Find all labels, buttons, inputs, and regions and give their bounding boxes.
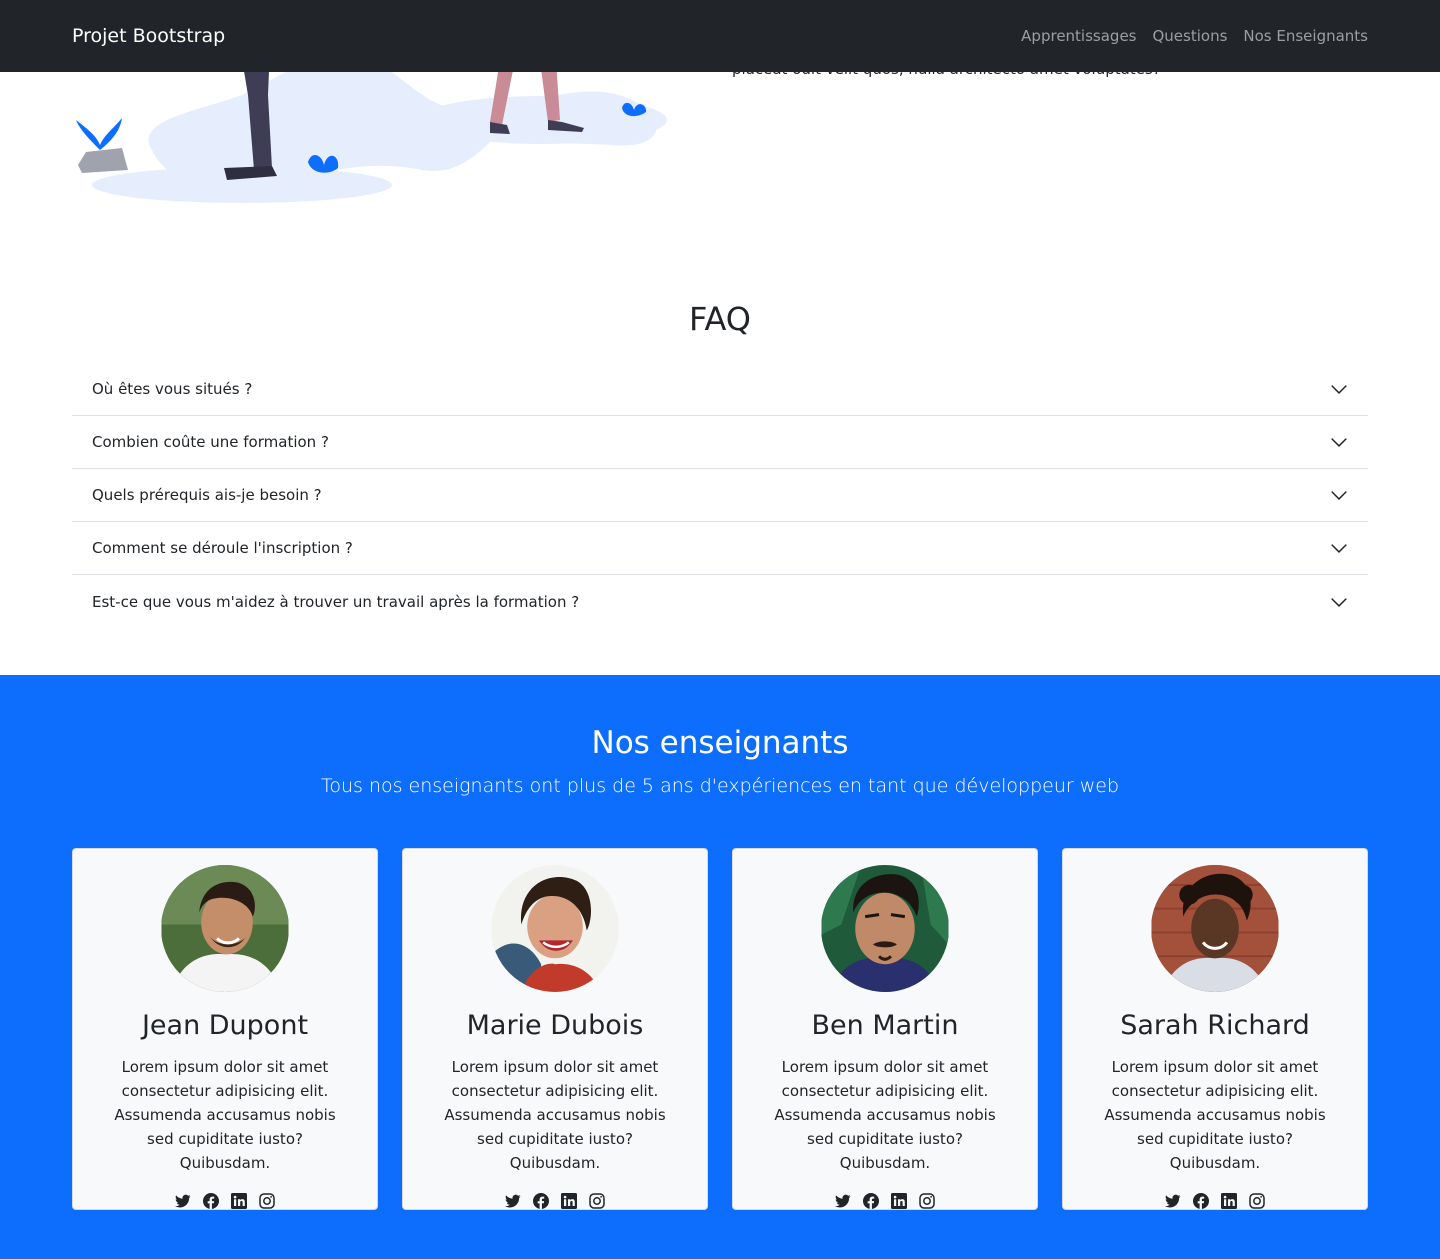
facebook-icon[interactable] [863, 1193, 879, 1209]
avatar [1151, 865, 1279, 992]
teacher-cards: Jean Dupont Lorem ipsum dolor sit amet c… [72, 848, 1368, 1210]
chevron-down-icon [1331, 385, 1347, 394]
faq-title: FAQ [689, 300, 751, 338]
teacher-name: Jean Dupont [141, 1010, 309, 1041]
social-links [175, 1193, 275, 1209]
nav-links: Apprentissages Questions Nos Enseignants [1021, 27, 1368, 45]
nav-link-apprentissages[interactable]: Apprentissages [1021, 27, 1136, 45]
facebook-icon[interactable] [1193, 1193, 1209, 1209]
social-links [1165, 1193, 1265, 1209]
instagram-icon[interactable] [919, 1193, 935, 1209]
linkedin-icon[interactable] [891, 1193, 907, 1209]
nav-link-enseignants[interactable]: Nos Enseignants [1243, 27, 1368, 45]
chevron-down-icon [1331, 544, 1347, 553]
facebook-icon[interactable] [203, 1193, 219, 1209]
faq-item-location[interactable]: Où êtes vous situés ? [72, 363, 1368, 416]
teacher-name: Marie Dubois [466, 1010, 644, 1041]
faq-item-job-help[interactable]: Est-ce que vous m'aidez à trouver un tra… [72, 575, 1368, 628]
twitter-icon[interactable] [505, 1193, 521, 1209]
linkedin-icon[interactable] [561, 1193, 577, 1209]
teacher-name: Sarah Richard [1120, 1010, 1310, 1041]
teacher-description: Lorem ipsum dolor sit amet consectetur a… [444, 1058, 666, 1172]
faq-question: Comment se déroule l'inscription ? [92, 539, 353, 557]
linkedin-icon[interactable] [1221, 1193, 1237, 1209]
faq-question: Est-ce que vous m'aidez à trouver un tra… [92, 592, 580, 611]
chevron-down-icon [1331, 597, 1347, 607]
linkedin-icon[interactable] [231, 1193, 247, 1209]
faq-item-registration[interactable]: Comment se déroule l'inscription ? [72, 522, 1368, 575]
facebook-icon[interactable] [533, 1193, 549, 1209]
chevron-down-icon [1331, 438, 1347, 447]
teacher-description: Lorem ipsum dolor sit amet consectetur a… [774, 1058, 996, 1172]
avatar [161, 865, 289, 992]
nav-link-questions[interactable]: Questions [1152, 27, 1227, 45]
teachers-title: Nos enseignants [591, 725, 849, 761]
teachers-subtitle: Tous nos enseignants ont plus de 5 ans d… [320, 775, 1120, 797]
navbar: Projet Bootstrap Apprentissages Question… [0, 0, 1440, 72]
social-links [505, 1193, 605, 1209]
teacher-description: Lorem ipsum dolor sit amet consectetur a… [1104, 1058, 1326, 1172]
twitter-icon[interactable] [175, 1193, 191, 1209]
chevron-down-icon [1331, 491, 1347, 500]
twitter-icon[interactable] [835, 1193, 851, 1209]
teacher-card: Ben Martin Lorem ipsum dolor sit amet co… [732, 848, 1038, 1210]
teacher-card: Sarah Richard Lorem ipsum dolor sit amet… [1062, 848, 1368, 1210]
twitter-icon[interactable] [1165, 1193, 1181, 1209]
faq-question: Où êtes vous situés ? [92, 380, 253, 398]
teacher-card: Jean Dupont Lorem ipsum dolor sit amet c… [72, 848, 378, 1210]
faq-accordion: Où êtes vous situés ? Combien coûte une … [72, 363, 1368, 628]
avatar [491, 865, 619, 992]
instagram-icon[interactable] [1249, 1193, 1265, 1209]
faq-item-prerequisites[interactable]: Quels prérequis ais-je besoin ? [72, 469, 1368, 522]
faq-question: Combien coûte une formation ? [92, 433, 329, 451]
faq-item-price[interactable]: Combien coûte une formation ? [72, 416, 1368, 469]
teacher-description: Lorem ipsum dolor sit amet consectetur a… [114, 1058, 336, 1172]
teachers-section: Nos enseignants Tous nos enseignants ont… [0, 675, 1440, 1259]
avatar [821, 865, 949, 992]
social-links [835, 1193, 935, 1209]
navbar-brand[interactable]: Projet Bootstrap [72, 25, 225, 47]
teacher-card: Marie Dubois Lorem ipsum dolor sit amet … [402, 848, 708, 1210]
teacher-name: Ben Martin [811, 1010, 959, 1041]
instagram-icon[interactable] [589, 1193, 605, 1209]
instagram-icon[interactable] [259, 1193, 275, 1209]
faq-question: Quels prérequis ais-je besoin ? [92, 486, 322, 504]
